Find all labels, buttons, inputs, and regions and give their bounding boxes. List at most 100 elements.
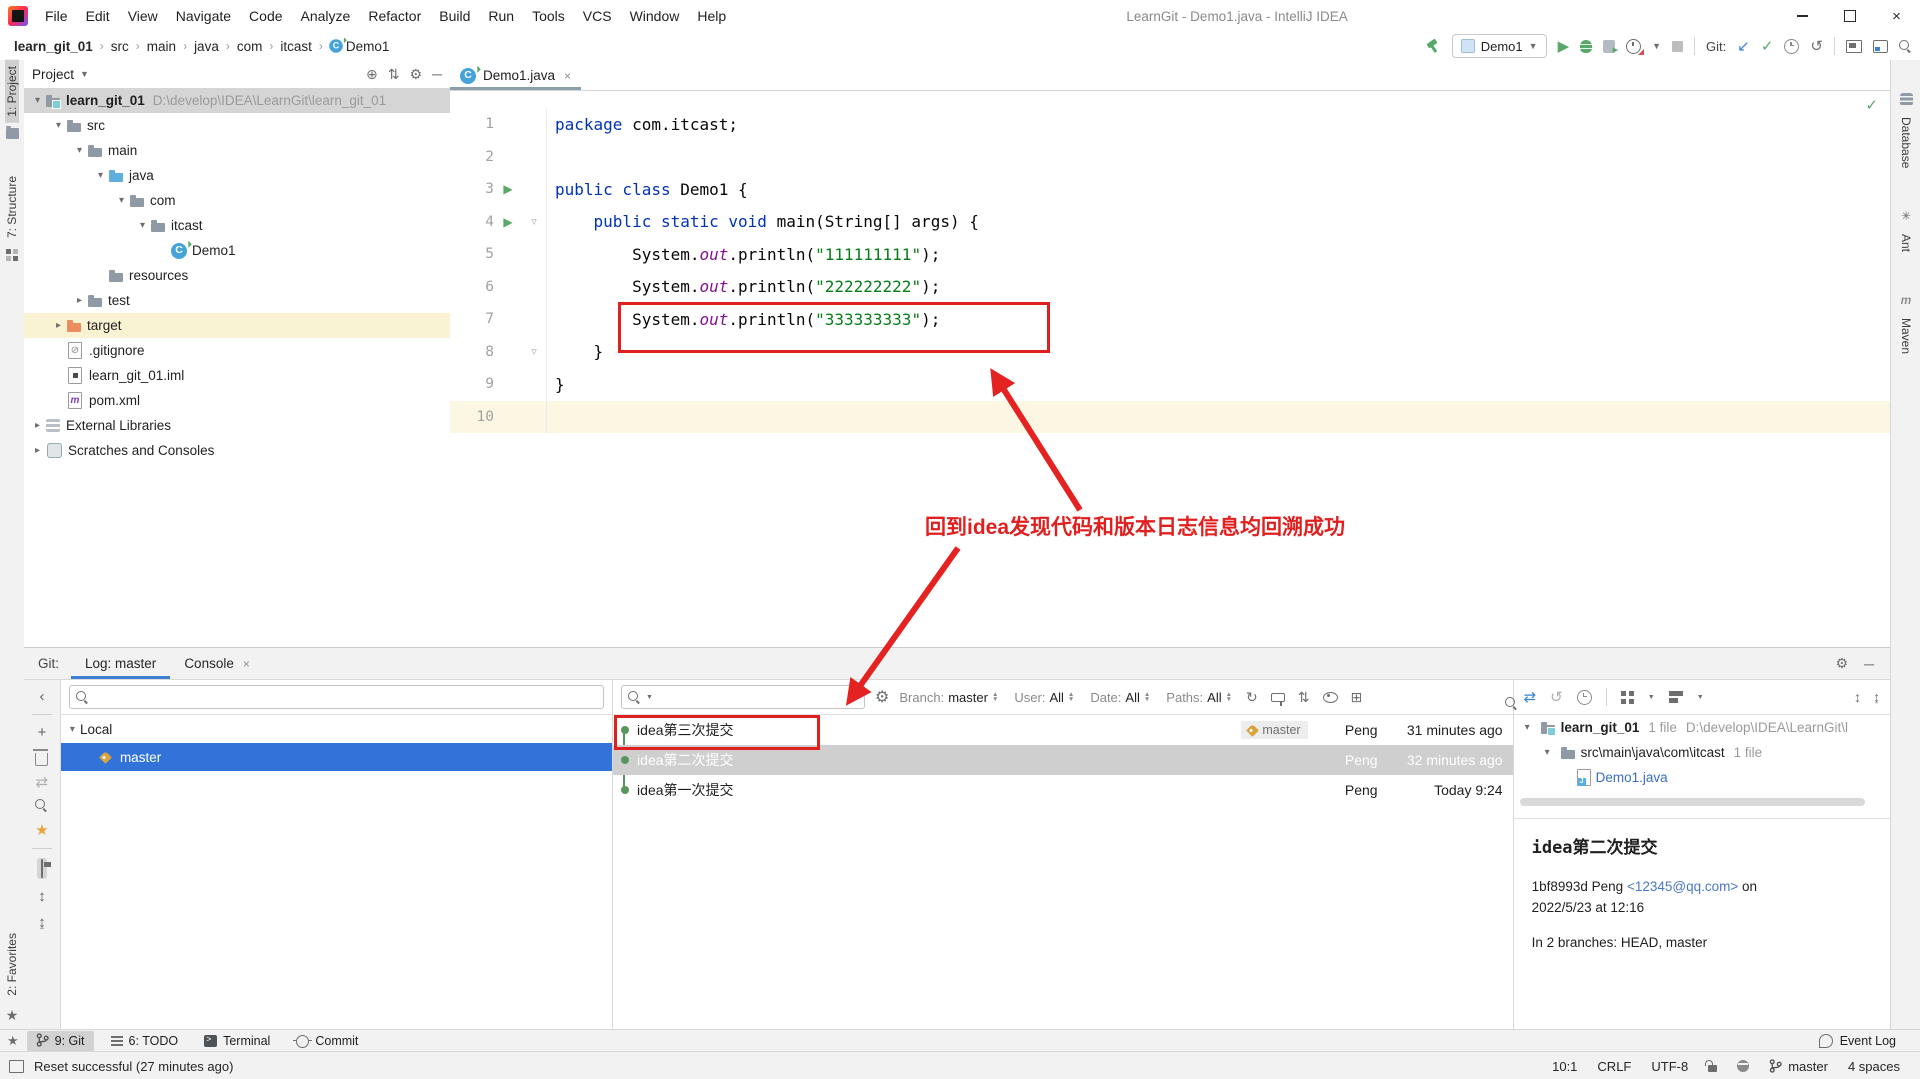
git-tab-console[interactable]: Console ×: [170, 648, 264, 679]
hide-panel-icon[interactable]: ─: [1864, 656, 1874, 672]
tree-item-main[interactable]: ▾ main: [24, 138, 450, 163]
chevron-down-icon[interactable]: ▾: [65, 724, 80, 735]
breadcrumb-item-main[interactable]: main: [145, 39, 178, 54]
close-button[interactable]: ×: [1873, 0, 1920, 32]
code-editor[interactable]: 1 package com.itcast; 2 3 public class Demo1…: [450, 91, 1890, 433]
tree-item-scratches-and-consoles[interactable]: ▸ Scratches and Consoles: [24, 438, 450, 463]
event-log-button[interactable]: Event Log: [1818, 1034, 1896, 1048]
collapse-all-icon[interactable]: ↨: [38, 914, 46, 931]
changed-file-row[interactable]: Demo1.java: [1514, 765, 1890, 790]
add-branch-icon[interactable]: +: [38, 724, 47, 741]
commit-row-idea[interactable]: idea第三次提交 master Peng 31 minutes ago: [613, 715, 1513, 745]
changed-root-row[interactable]: ▾ learn_git_01 1 file D:\develop\IDEA\Le…: [1514, 715, 1890, 740]
menu-item-window[interactable]: Window: [621, 0, 689, 32]
git-branch-widget[interactable]: master: [1769, 1059, 1828, 1074]
commit-search-input[interactable]: ▼: [621, 685, 866, 709]
file-encoding[interactable]: UTF-8: [1651, 1059, 1688, 1074]
regex-gear-icon[interactable]: ⚙: [875, 687, 889, 707]
tree-item-resources[interactable]: resources: [24, 263, 450, 288]
chevron-down-icon[interactable]: ▼: [80, 69, 89, 79]
tree-item-src[interactable]: ▾ src: [24, 113, 450, 138]
status-message[interactable]: Reset successful (27 minutes ago): [34, 1059, 233, 1074]
project-panel-title[interactable]: Project: [32, 67, 74, 82]
ant-tool-icon[interactable]: ✳: [1901, 209, 1911, 223]
menu-item-tools[interactable]: Tools: [523, 0, 574, 32]
tree-item-java[interactable]: ▾ java: [24, 163, 450, 188]
structure-tool-icon[interactable]: [6, 248, 18, 261]
commit-row-idea[interactable]: idea第一次提交 Peng Today 9:24: [613, 775, 1513, 805]
chevron-down-icon[interactable]: ▾: [1520, 722, 1535, 733]
branch-tag-chip[interactable]: master: [1241, 721, 1308, 739]
tool-button-commit[interactable]: Commit: [287, 1031, 367, 1052]
gear-icon[interactable]: ⚙: [1836, 655, 1849, 672]
commit-author-email[interactable]: <12345@qq.com>: [1627, 879, 1738, 894]
run-icon[interactable]: ▶: [1558, 39, 1570, 54]
chevron-down-icon[interactable]: ▾: [93, 170, 108, 181]
cherry-pick-icon[interactable]: ⇄: [1524, 690, 1537, 705]
profiler-icon[interactable]: [1626, 38, 1645, 55]
chevron-down-icon[interactable]: ▾: [114, 195, 129, 206]
tree-item-gitignore[interactable]: .gitignore: [24, 338, 450, 363]
code-line-6[interactable]: 6 System.out.println("222222222");: [450, 270, 1890, 303]
tool-button-database[interactable]: Database: [1899, 111, 1913, 174]
open-in-new-tab-icon[interactable]: ⊞: [1351, 689, 1363, 706]
code-line-2[interactable]: 2: [450, 140, 1890, 173]
history-icon[interactable]: [1784, 38, 1800, 54]
branch-group-local[interactable]: ▾ Local: [61, 715, 612, 743]
breadcrumb-item-src[interactable]: src: [109, 39, 131, 54]
delete-icon[interactable]: [33, 749, 49, 766]
menu-item-vcs[interactable]: VCS: [574, 0, 621, 32]
git-update-icon[interactable]: ↙: [1737, 39, 1750, 54]
tree-item-itcast[interactable]: ▾ itcast: [24, 213, 450, 238]
run-gutter-icon[interactable]: [494, 182, 522, 196]
gear-icon[interactable]: ⚙: [410, 66, 423, 83]
tree-item-target[interactable]: ▸ target: [24, 313, 450, 338]
preview-diff-icon[interactable]: [36, 858, 47, 879]
breadcrumb-item-itcast[interactable]: itcast: [278, 39, 314, 54]
inspection-profile-icon[interactable]: [1737, 1060, 1750, 1072]
menu-item-help[interactable]: Help: [688, 0, 735, 32]
breadcrumb-item-learn-git-01[interactable]: learn_git_01: [12, 39, 95, 54]
menu-item-code[interactable]: Code: [240, 0, 291, 32]
collapse-all-icon[interactable]: ⇅: [388, 66, 400, 83]
menu-item-navigate[interactable]: Navigate: [167, 0, 240, 32]
chevron-left-icon[interactable]: ‹: [39, 688, 44, 705]
code-line-3[interactable]: 3 public class Demo1 {: [450, 173, 1890, 206]
search-icon[interactable]: [35, 799, 48, 812]
tree-item-pom-xml[interactable]: pom.xml: [24, 388, 450, 413]
tool-button-favorites[interactable]: 2: Favorites: [5, 927, 19, 1002]
git-tab-log-master[interactable]: Log: master: [71, 648, 170, 679]
menu-item-refactor[interactable]: Refactor: [359, 0, 430, 32]
run-gutter-icon[interactable]: [494, 215, 522, 229]
highlight-icon[interactable]: [1270, 692, 1285, 706]
menu-item-build[interactable]: Build: [430, 0, 479, 32]
filter-user[interactable]: User: All ▲ ▼: [1014, 690, 1074, 705]
search-everywhere-icon[interactable]: [1899, 39, 1912, 53]
collapse-all-icon[interactable]: ↨: [1873, 689, 1880, 705]
tree-item-test[interactable]: ▸ test: [24, 288, 450, 313]
favorite-branch-icon[interactable]: ★: [35, 821, 48, 839]
restore-layout-icon[interactable]: [1873, 39, 1888, 53]
breadcrumb-item-demo1[interactable]: Demo1: [344, 39, 392, 54]
code-line-1[interactable]: 1 package com.itcast;: [450, 108, 1890, 141]
chevron-right-icon[interactable]: ▸: [30, 420, 45, 431]
caret-position[interactable]: 10:1: [1552, 1059, 1577, 1074]
close-tab-icon[interactable]: ×: [243, 657, 250, 671]
breadcrumb-item-java[interactable]: java: [192, 39, 221, 54]
project-structure-icon[interactable]: [1846, 39, 1862, 53]
coverage-icon[interactable]: [1603, 39, 1618, 56]
chevron-down-icon[interactable]: ▾: [30, 95, 45, 106]
menu-item-analyze[interactable]: Analyze: [292, 0, 360, 32]
tool-button-6-todo[interactable]: 6: TODO: [102, 1031, 188, 1052]
breadcrumb-item-com[interactable]: com: [235, 39, 265, 54]
chevron-down-icon[interactable]: ▾: [1540, 747, 1555, 758]
favorites-star-icon[interactable]: ★: [7, 1033, 19, 1049]
hide-panel-icon[interactable]: ─: [432, 66, 442, 82]
changed-dir-row[interactable]: ▾ src\main\java\com\itcast 1 file: [1514, 740, 1890, 765]
database-tool-icon[interactable]: [1899, 93, 1913, 106]
tool-button-maven[interactable]: Maven: [1899, 312, 1913, 360]
tree-item-com[interactable]: ▾ com: [24, 188, 450, 213]
git-commit-check-icon[interactable]: ✓: [1761, 39, 1774, 54]
sort-icon[interactable]: ⇅: [1298, 689, 1310, 706]
view-options-icon[interactable]: [1668, 691, 1683, 703]
